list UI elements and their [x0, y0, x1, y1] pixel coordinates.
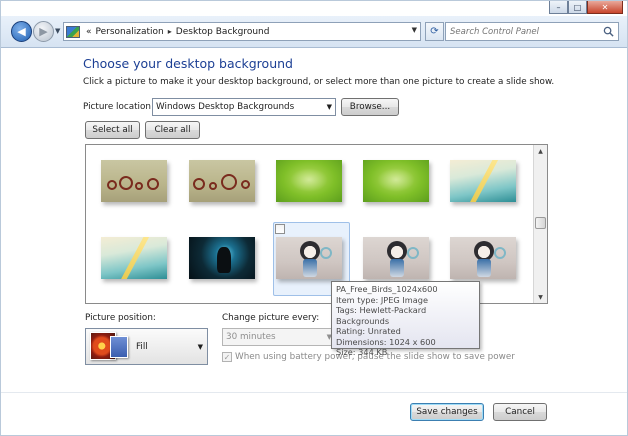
address-dropdown-icon[interactable]: ▼: [412, 26, 417, 34]
arrow-right-icon: ▶: [39, 25, 48, 38]
tooltip-dimensions: Dimensions: 1024 x 600: [336, 336, 436, 347]
change-picture-label: Change picture every:: [222, 313, 320, 323]
gallery-scrollbar[interactable]: ▲ ▼: [533, 145, 547, 303]
scroll-up-icon[interactable]: ▲: [534, 145, 547, 157]
breadcrumb-desktop-background[interactable]: Desktop Background: [176, 27, 270, 37]
wallpaper-thumbnail[interactable]: [450, 160, 516, 202]
breadcrumb-separator[interactable]: ▸: [168, 27, 172, 36]
search-input[interactable]: [450, 26, 600, 37]
chevron-down-icon: ▼: [197, 343, 203, 351]
wallpaper-thumbnail[interactable]: [363, 237, 429, 279]
wallpaper-gallery: ▲ ▼: [85, 144, 548, 304]
forward-button[interactable]: ▶: [33, 21, 54, 42]
window-controls: – □ ✕: [549, 1, 623, 15]
save-changes-button[interactable]: Save changes: [410, 403, 484, 421]
wallpaper-thumbnail[interactable]: [101, 160, 167, 202]
page-title: Choose your desktop background: [83, 56, 293, 71]
maximize-button[interactable]: □: [568, 1, 587, 14]
wallpaper-thumbnail[interactable]: [189, 160, 255, 202]
picture-position-value: Fill: [136, 341, 148, 352]
breadcrumb-overflow[interactable]: «: [86, 27, 92, 37]
wallpaper-thumbnail[interactable]: [276, 160, 342, 202]
wallpaper-thumbnail[interactable]: [363, 160, 429, 202]
navigation-bar: ◀ ▶ ▼ « Personalization ▸ Desktop Backgr…: [1, 16, 627, 48]
tooltip-tags: Tags: Hewlett-Packard Backgrounds: [336, 305, 427, 326]
change-interval-value: 30 minutes: [226, 332, 276, 342]
wallpaper-thumbnail-selected[interactable]: [276, 237, 342, 279]
tooltip-filename: PA_Free_Birds_1024x600: [336, 284, 438, 294]
tooltip-item-type: Item type: JPEG Image: [336, 294, 429, 305]
chevron-down-icon: ▼: [326, 103, 332, 111]
back-button[interactable]: ◀: [11, 21, 32, 42]
refresh-icon: ⟳: [430, 26, 439, 37]
picture-position-label: Picture position:: [85, 313, 156, 323]
wallpaper-thumbnail[interactable]: [450, 237, 516, 279]
wallpaper-thumbnail[interactable]: [101, 237, 167, 279]
scroll-down-icon[interactable]: ▼: [534, 291, 547, 303]
recent-pages-dropdown[interactable]: ▼: [55, 27, 60, 35]
footer-divider: [1, 392, 627, 393]
control-panel-icon: [66, 25, 80, 38]
picture-location-label: Picture location:: [83, 102, 154, 112]
change-interval-select[interactable]: 30 minutes ▼: [222, 328, 336, 346]
picture-position-preview: [90, 331, 130, 362]
picture-location-select[interactable]: Windows Desktop Backgrounds ▼: [152, 98, 336, 116]
cancel-button[interactable]: Cancel: [493, 403, 547, 421]
desktop-background-window: – □ ✕ ◀ ▶ ▼ « Personalization ▸ Desktop …: [0, 0, 628, 436]
breadcrumb-personalization[interactable]: Personalization: [96, 27, 164, 37]
arrow-left-icon: ◀: [17, 25, 26, 38]
close-button[interactable]: ✕: [587, 1, 623, 14]
address-bar[interactable]: « Personalization ▸ Desktop Background ▼: [63, 22, 421, 41]
search-icon[interactable]: [603, 26, 614, 37]
picture-position-select[interactable]: Fill ▼: [85, 328, 208, 365]
wallpaper-thumbnail[interactable]: [189, 237, 255, 279]
battery-pause-checkbox[interactable]: ✓: [222, 352, 232, 362]
tooltip-size: Size: 344 KB: [336, 347, 388, 357]
scrollbar-thumb[interactable]: [535, 217, 546, 229]
wallpaper-tooltip: PA_Free_Birds_1024x600 Item type: JPEG I…: [331, 281, 480, 357]
breadcrumb: « Personalization ▸ Desktop Background: [86, 27, 269, 37]
page-description: Click a picture to make it your desktop …: [83, 77, 555, 87]
search-box[interactable]: [445, 22, 619, 41]
picture-location-value: Windows Desktop Backgrounds: [156, 102, 295, 112]
clear-all-button[interactable]: Clear all: [145, 121, 200, 139]
minimize-button[interactable]: –: [549, 1, 568, 14]
browse-button[interactable]: Browse...: [341, 98, 399, 116]
select-all-button[interactable]: Select all: [85, 121, 140, 139]
wallpaper-checkbox[interactable]: [275, 224, 285, 234]
tooltip-rating: Rating: Unrated: [336, 326, 401, 336]
refresh-button[interactable]: ⟳: [425, 22, 444, 41]
